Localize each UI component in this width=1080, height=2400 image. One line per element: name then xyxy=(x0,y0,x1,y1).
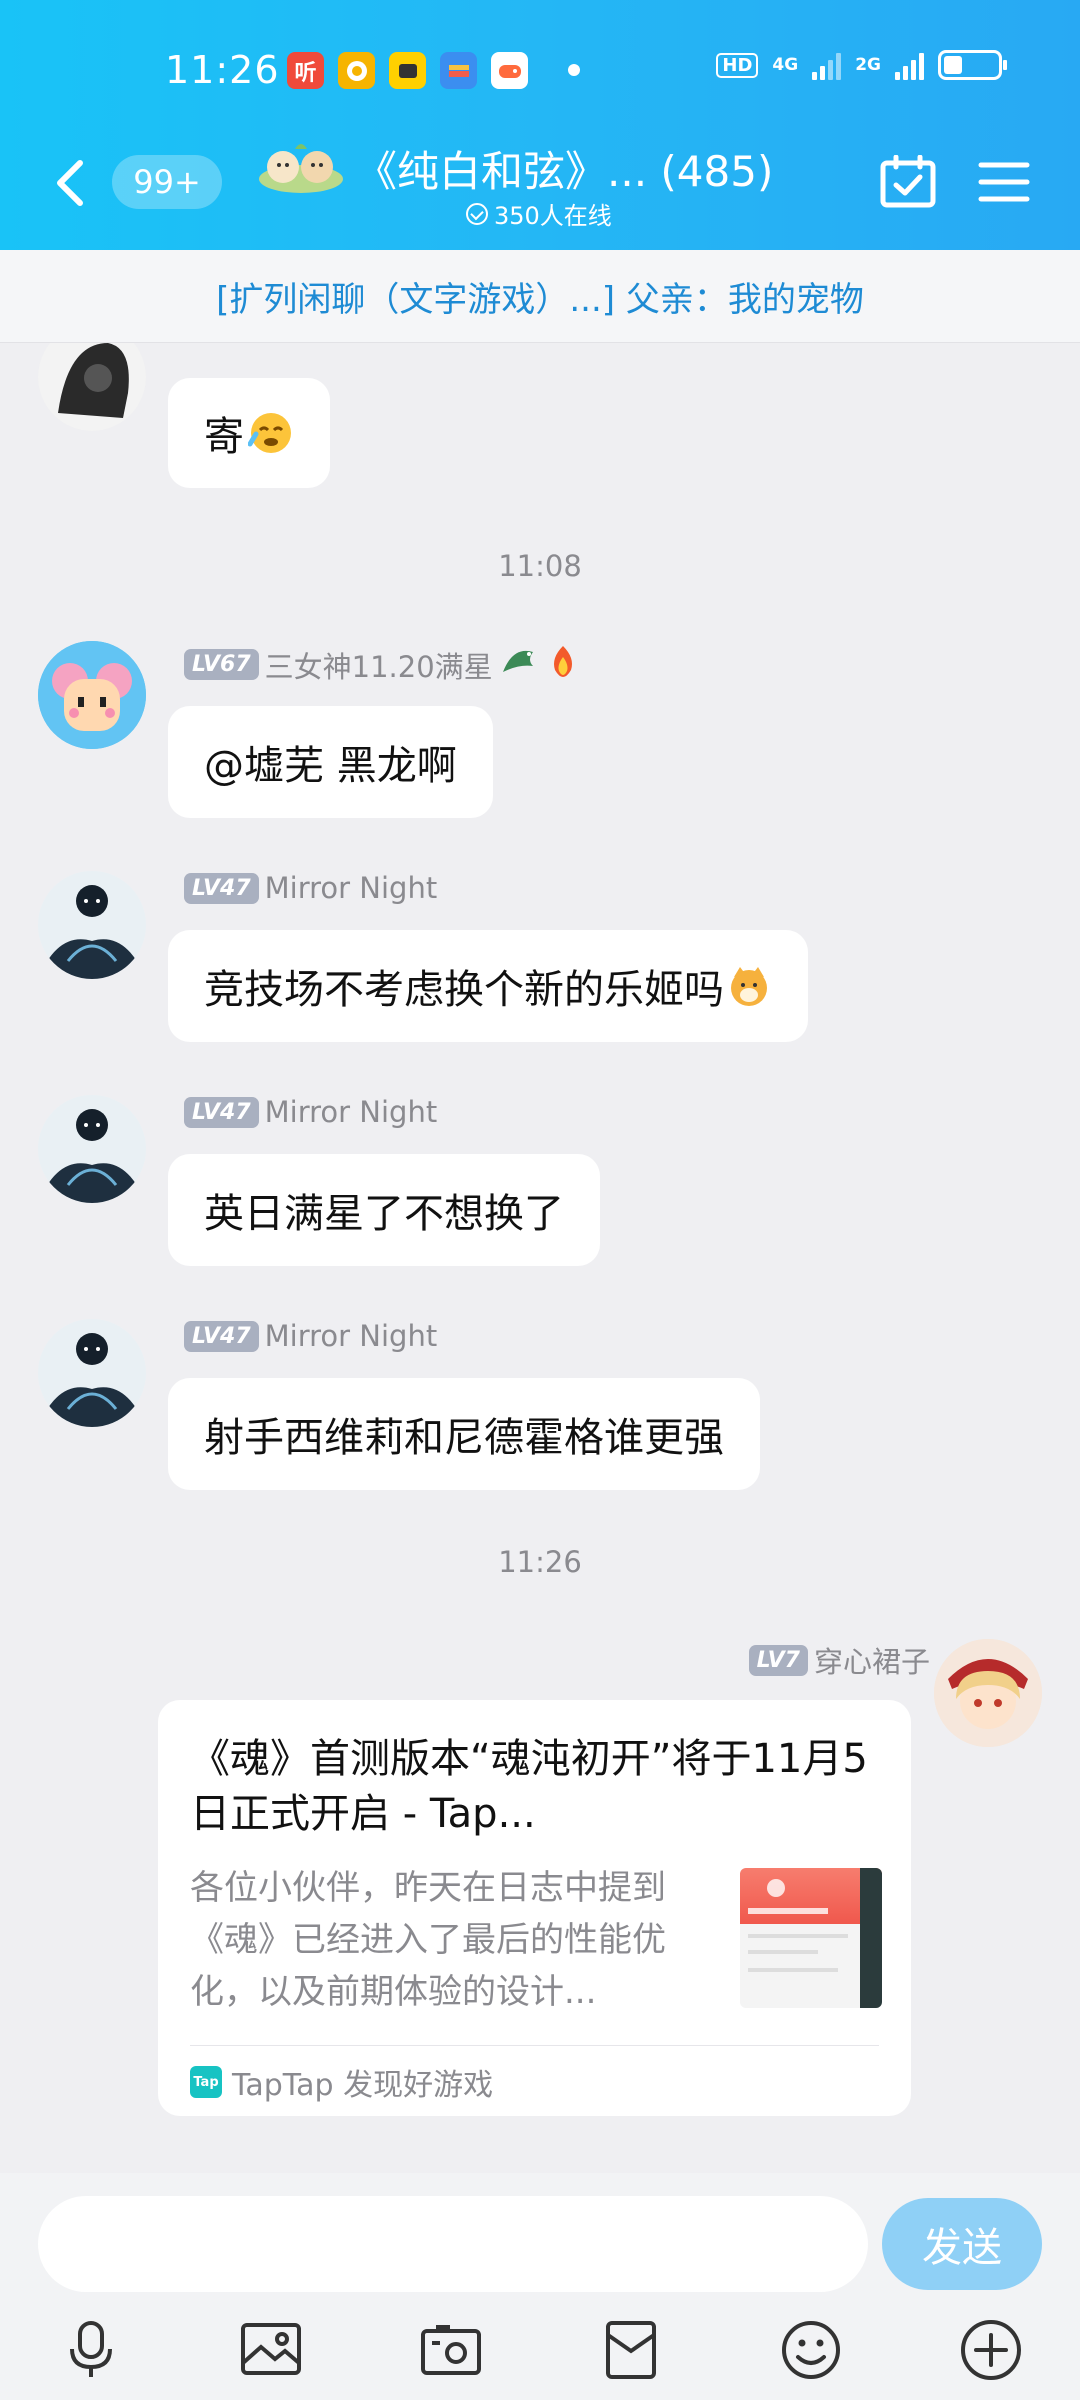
avatar[interactable] xyxy=(38,1319,146,1427)
hd-icon: HD xyxy=(716,52,759,78)
sender-info: LV47 Mirror Night xyxy=(184,1319,437,1353)
sender-info: LV7 穿心裙子 xyxy=(748,1639,930,1681)
2g-label: 2G xyxy=(855,55,881,75)
level-badge: LV47 xyxy=(184,1320,259,1352)
shiba-dog-emoji-icon xyxy=(726,963,772,1009)
level-badge: LV7 xyxy=(748,1644,808,1676)
battery-icon xyxy=(938,50,1007,80)
status-time: 11:26 xyxy=(165,48,280,92)
sender-name: Mirror Night xyxy=(264,1095,438,1129)
sender-name: 三女神11.20满星 xyxy=(264,649,493,684)
level-badge: LV47 xyxy=(184,872,259,904)
status-indicators: HD 4G 2G xyxy=(716,50,1007,80)
group-avatar[interactable] xyxy=(255,135,347,195)
game-app-icon xyxy=(491,52,528,89)
timestamp: 11:08 xyxy=(498,549,582,583)
notification-app-icons: 听 xyxy=(287,52,528,89)
online-text: 350人在线 xyxy=(494,202,612,230)
announcement-bar[interactable]: [扩列闲聊（文字游戏）...] 父亲：我的宠物 xyxy=(0,250,1080,343)
message-text: 英日满星了不想换了 xyxy=(204,1191,564,1237)
input-toolbar xyxy=(0,2303,1080,2400)
timestamp: 11:26 xyxy=(498,1545,582,1579)
emoji-icon[interactable] xyxy=(778,2317,844,2383)
microphone-icon[interactable] xyxy=(58,2317,124,2383)
sender-info: LV47 Mirror Night xyxy=(184,871,437,905)
ting-app-icon: 听 xyxy=(287,52,324,89)
notification-dot xyxy=(568,64,580,76)
avatar[interactable] xyxy=(38,343,146,431)
announcement-text: [扩列闲聊（文字游戏）...] 父亲：我的宠物 xyxy=(216,279,864,320)
card-divider xyxy=(190,2045,879,2046)
level-badge: LV47 xyxy=(184,1096,259,1128)
crying-face-emoji-icon xyxy=(247,410,294,456)
message-bubble[interactable]: 竞技场不考虑换个新的乐姬吗 xyxy=(168,930,808,1042)
xianyu-app-icon xyxy=(389,52,426,89)
chat-header: 11:26 听 HD 4G 2G 99+ 《纯白和弦》... (485) 350… xyxy=(0,0,1080,250)
dragon-icon xyxy=(499,644,539,685)
card-description: 各位小伙伴，昨天在日志中提到《魂》已经进入了最后的性能优化，以及前期体验的设计.… xyxy=(190,1868,666,2012)
signal-2g-icon xyxy=(895,50,924,80)
message-bubble[interactable]: 寄 xyxy=(168,378,330,488)
avatar[interactable] xyxy=(38,1095,146,1203)
message-list[interactable]: 寄 11:08 LV67 三女神11.20满星 @墟芜 黑龙啊 LV47 Mir… xyxy=(0,343,1080,2173)
send-button[interactable]: 发送 xyxy=(882,2198,1042,2290)
calendar-check-icon xyxy=(880,154,936,208)
wallet-app-icon xyxy=(440,52,477,89)
4g-label: 4G xyxy=(772,55,799,75)
message-text: 射手西维莉和尼德霍格谁更强 xyxy=(204,1415,724,1461)
sender-info: LV47 Mirror Night xyxy=(184,1095,437,1129)
avatar[interactable] xyxy=(38,871,146,979)
sender-name: Mirror Night xyxy=(264,1319,438,1353)
kuaishou-app-icon xyxy=(338,52,375,89)
link-share-card[interactable]: 《魂》首测版本“魂沌初开”将于11月5日正式开启 - Tap... 各位小伙伴，… xyxy=(158,1700,911,2116)
red-packet-icon[interactable] xyxy=(598,2317,664,2383)
check-circle-icon xyxy=(466,202,488,225)
card-title: 《魂》首测版本“魂沌初开”将于11月5日正式开启 - Tap... xyxy=(190,1736,868,1837)
chevron-left-icon xyxy=(57,160,83,206)
calendar-button[interactable] xyxy=(880,154,936,209)
status-bar: 11:26 听 HD 4G 2G xyxy=(0,0,1080,140)
plus-icon[interactable] xyxy=(958,2317,1024,2383)
message-bubble[interactable]: 英日满星了不想换了 xyxy=(168,1154,600,1266)
menu-button[interactable] xyxy=(978,160,1030,204)
card-source-text: TapTap 发现好游戏 xyxy=(232,2068,494,2103)
avatar[interactable] xyxy=(934,1639,1042,1747)
card-thumbnail xyxy=(740,1868,882,2008)
back-button[interactable] xyxy=(50,155,90,211)
unread-badge[interactable]: 99+ xyxy=(112,155,222,209)
fire-icon xyxy=(545,643,581,686)
message-bubble[interactable]: @墟芜 黑龙啊 xyxy=(168,706,493,818)
sender-info: LV67 三女神11.20满星 xyxy=(184,643,581,686)
sender-name: 穿心裙子 xyxy=(813,1645,930,1679)
online-count: 350人在线 xyxy=(466,196,612,231)
message-input[interactable] xyxy=(38,2196,868,2292)
message-text: @墟芜 黑龙啊 xyxy=(204,743,457,789)
signal-4g-icon xyxy=(812,50,842,80)
sender-name: Mirror Night xyxy=(264,871,438,905)
level-badge: LV67 xyxy=(184,649,259,680)
message-text: 寄 xyxy=(204,414,244,460)
input-area: 发送 xyxy=(0,2173,1080,2400)
message-bubble[interactable]: 射手西维莉和尼德霍格谁更强 xyxy=(168,1378,760,1490)
group-title[interactable]: 《纯白和弦》... (485) xyxy=(355,138,773,199)
hamburger-icon xyxy=(978,162,1030,202)
image-icon[interactable] xyxy=(238,2317,304,2383)
camera-icon[interactable] xyxy=(418,2317,484,2383)
taptap-logo-icon: Tap xyxy=(190,2066,222,2098)
message-text: 竞技场不考虑换个新的乐姬吗 xyxy=(204,967,724,1013)
avatar[interactable] xyxy=(38,641,146,749)
card-source: Tap TapTap 发现好游戏 xyxy=(190,2060,493,2104)
